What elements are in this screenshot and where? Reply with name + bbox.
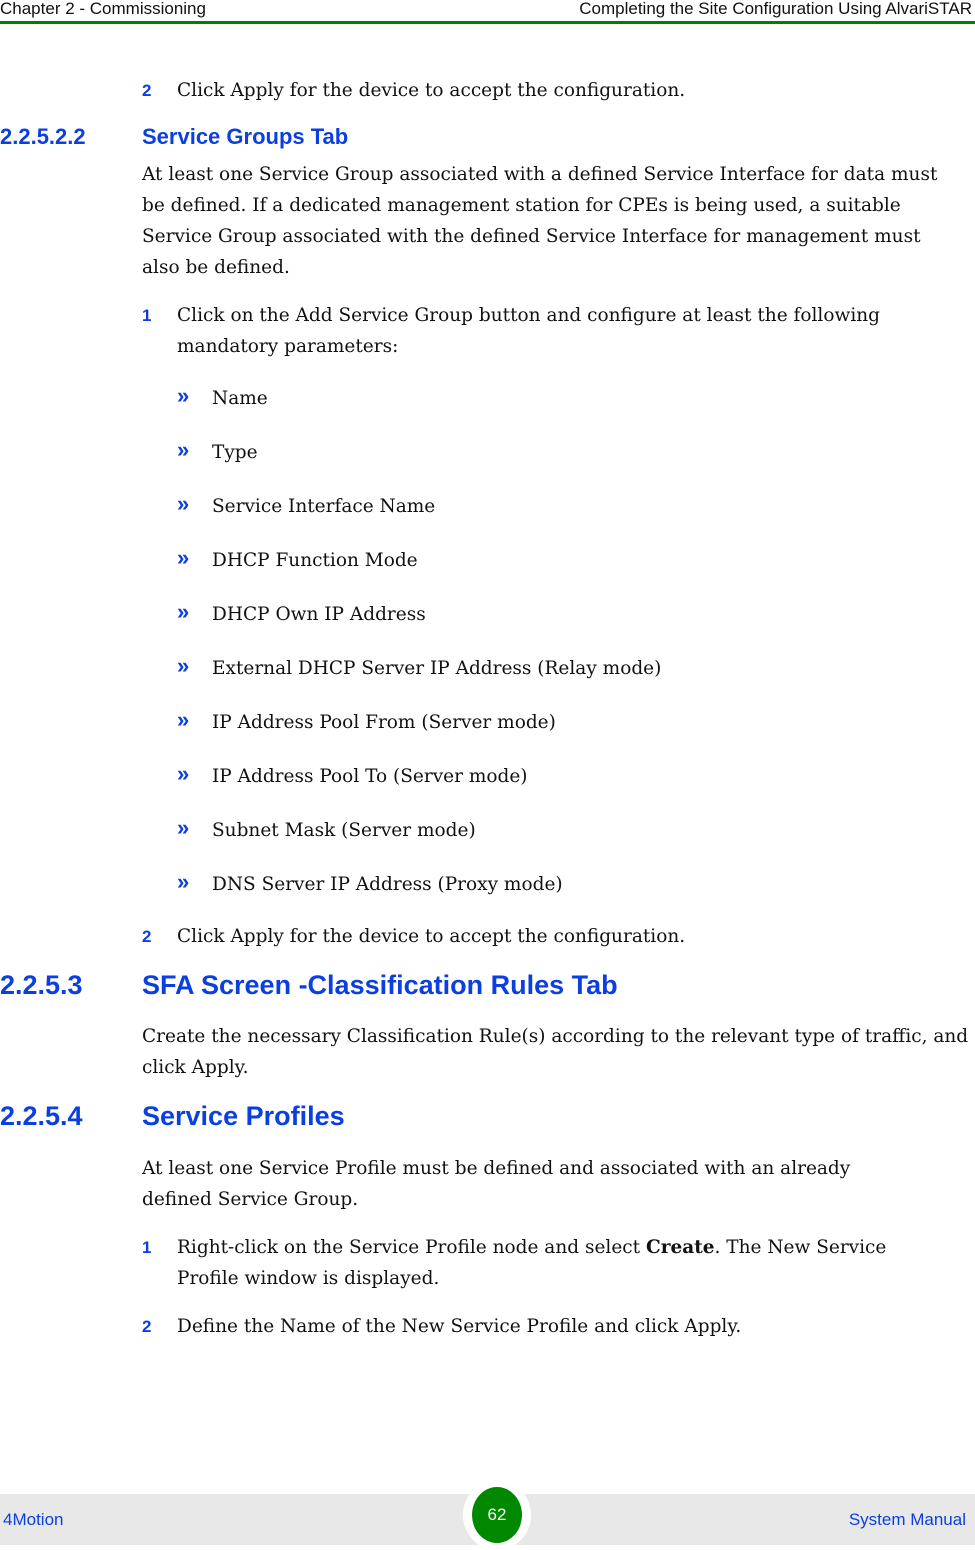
section-title: Completing the Site Configuration Using … <box>579 0 972 18</box>
list-item-label: Type <box>212 442 258 463</box>
step-number: 1 <box>142 1238 152 1257</box>
step-number: 2 <box>142 1317 152 1336</box>
step-text: Right-click on the Service Profile node … <box>177 1232 942 1294</box>
step-text: Click Apply for the device to accept the… <box>177 80 686 101</box>
list-item-label: DNS Server IP Address (Proxy mode) <box>212 874 563 895</box>
page-header: Chapter 2 - Commissioning Completing the… <box>0 0 975 24</box>
step-item: 1 Click on the Add Service Group button … <box>142 300 942 362</box>
step-item: 2 Click Apply for the device to accept t… <box>142 921 942 952</box>
double-chevron-icon: » <box>177 599 190 624</box>
step-item: 1 Right-click on the Service Profile nod… <box>142 1232 942 1294</box>
list-item-label: DHCP Own IP Address <box>212 604 426 625</box>
step-number: 2 <box>142 927 152 946</box>
list-item: » Type <box>177 437 258 467</box>
keyword-create: Create <box>645 1237 715 1258</box>
section-number: 2.2.5.4 <box>0 1101 83 1131</box>
step-text: Click on the Add Service Group button an… <box>177 305 880 357</box>
header-rule <box>0 21 975 24</box>
step-item: 2 Define the Name of the New Service Pro… <box>142 1311 942 1342</box>
section-number: 2.2.5.2.2 <box>0 124 86 149</box>
step-text-part: Right-click on the Service Profile node … <box>177 1237 646 1258</box>
document-title: System Manual <box>848 1510 966 1529</box>
double-chevron-icon: » <box>177 491 190 516</box>
section-title: Service Groups Tab <box>142 124 349 149</box>
list-item: » DHCP Own IP Address <box>177 599 426 629</box>
step-text: Click Apply for the device to accept the… <box>177 926 686 947</box>
list-item: » IP Address Pool To (Server mode) <box>177 761 528 791</box>
double-chevron-icon: » <box>177 437 190 462</box>
step-item: 2 Click Apply for the device to accept t… <box>142 75 942 106</box>
double-chevron-icon: » <box>177 869 190 894</box>
classification-text: Create the necessary Classification Rule… <box>142 1026 969 1078</box>
list-item: » Service Interface Name <box>177 491 436 521</box>
double-chevron-icon: » <box>177 707 190 732</box>
double-chevron-icon: » <box>177 815 190 840</box>
page-footer: 4Motion 62 System Manual <box>0 1480 975 1550</box>
product-name: 4Motion <box>3 1510 64 1529</box>
chapter-title: Chapter 2 - Commissioning <box>0 0 206 18</box>
list-item-label: DHCP Function Mode <box>212 550 418 571</box>
double-chevron-icon: » <box>177 653 190 678</box>
step-number: 2 <box>142 81 152 100</box>
page-number-badge: 62 <box>472 1487 522 1543</box>
list-item: » Subnet Mask (Server mode) <box>177 815 476 845</box>
list-item: » DHCP Function Mode <box>177 545 418 575</box>
double-chevron-icon: » <box>177 383 190 408</box>
list-item-label: IP Address Pool From (Server mode) <box>212 712 556 733</box>
list-item: » IP Address Pool From (Server mode) <box>177 707 556 737</box>
step-number: 1 <box>142 306 152 325</box>
section-number: 2.2.5.3 <box>0 970 83 1000</box>
list-item: » DNS Server IP Address (Proxy mode) <box>177 869 563 899</box>
section-title: Service Profiles <box>142 1101 345 1131</box>
list-item: » External DHCP Server IP Address (Relay … <box>177 653 662 683</box>
service-profiles-intro: At least one Service Profile must be def… <box>142 1158 851 1210</box>
double-chevron-icon: » <box>177 545 190 570</box>
service-groups-intro: At least one Service Group associated wi… <box>142 164 938 278</box>
list-item: » Name <box>177 383 268 413</box>
list-item-label: Name <box>212 388 268 409</box>
list-item-label: Service Interface Name <box>212 496 436 517</box>
step-text: Define the Name of the New Service Profi… <box>177 1316 742 1337</box>
list-item-label: IP Address Pool To (Server mode) <box>212 766 528 787</box>
section-title: SFA Screen -Classification Rules Tab <box>142 970 618 1000</box>
list-item-label: External DHCP Server IP Address (Relay m… <box>212 658 662 679</box>
double-chevron-icon: » <box>177 761 190 786</box>
list-item-label: Subnet Mask (Server mode) <box>212 820 476 841</box>
